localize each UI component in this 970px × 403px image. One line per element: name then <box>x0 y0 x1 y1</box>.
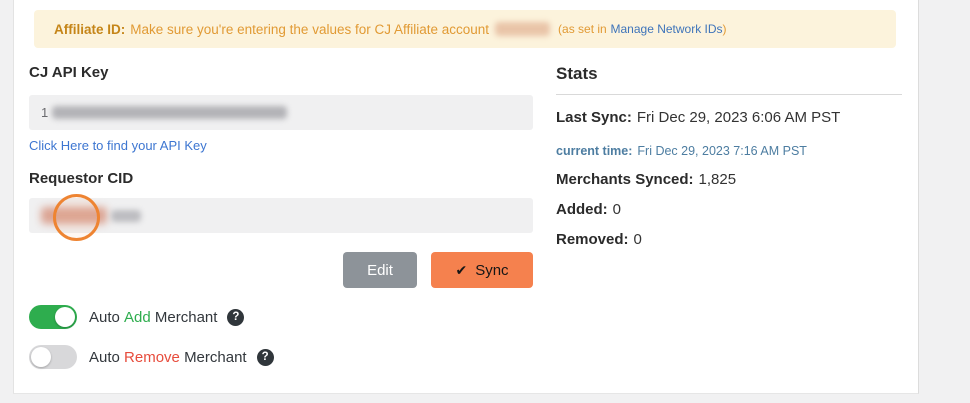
stat-label: Last Sync: <box>556 109 632 126</box>
redacted-api-key <box>52 106 287 119</box>
manage-network-ids-link[interactable]: Manage Network IDs <box>611 22 723 36</box>
api-key-field[interactable]: 1 <box>29 95 533 130</box>
highlight-circle-annotation <box>53 194 100 241</box>
redacted-cid-value-2 <box>111 210 141 222</box>
settings-card: Affiliate ID: Make sure you're entering … <box>13 0 919 394</box>
api-key-label: CJ API Key <box>29 64 108 81</box>
stat-label: Added: <box>556 201 608 218</box>
auto-add-label-post: Merchant <box>155 309 218 326</box>
stat-value: Fri Dec 29, 2023 7:16 AM PST <box>637 144 807 158</box>
stat-value: 1,825 <box>699 171 737 188</box>
stat-value: 0 <box>613 201 621 218</box>
stat-label: Merchants Synced: <box>556 171 694 188</box>
sync-button-label: Sync <box>475 262 508 279</box>
find-api-key-link[interactable]: Click Here to find your API Key <box>29 138 207 153</box>
stat-current-time: current time: Fri Dec 29, 2023 7:16 AM PS… <box>556 144 807 158</box>
edit-button-label: Edit <box>367 262 393 279</box>
auto-remove-toggle[interactable] <box>29 345 77 369</box>
stat-last-sync: Last Sync: Fri Dec 29, 2023 6:06 AM PST <box>556 109 840 126</box>
stat-value: Fri Dec 29, 2023 6:06 AM PST <box>637 109 840 126</box>
banner-close-paren: ) <box>723 22 727 36</box>
stat-value: 0 <box>634 231 642 248</box>
help-icon[interactable]: ? <box>227 309 244 326</box>
sync-button[interactable]: ✔ Sync <box>431 252 533 288</box>
stat-label: current time: <box>556 144 632 158</box>
auto-remove-label-pre: Auto <box>89 349 120 366</box>
toggle-knob <box>31 347 51 367</box>
requestor-cid-label: Requestor CID <box>29 170 133 187</box>
stats-heading: Stats <box>556 64 598 84</box>
auto-remove-label-highlight: Remove <box>124 349 180 366</box>
affiliate-id-banner: Affiliate ID: Make sure you're entering … <box>34 10 896 48</box>
stat-label: Removed: <box>556 231 629 248</box>
stat-removed: Removed: 0 <box>556 231 642 248</box>
auto-add-toggle[interactable] <box>29 305 77 329</box>
toggle-knob <box>55 307 75 327</box>
auto-add-label-pre: Auto <box>89 309 120 326</box>
stats-divider <box>556 94 902 95</box>
help-icon[interactable]: ? <box>257 349 274 366</box>
check-icon: ✔ <box>455 262 467 279</box>
stat-added: Added: 0 <box>556 201 621 218</box>
stat-merchants-synced: Merchants Synced: 1,825 <box>556 171 736 188</box>
auto-add-merchant-row: Auto Add Merchant ? <box>29 305 244 329</box>
auto-remove-merchant-row: Auto Remove Merchant ? <box>29 345 274 369</box>
banner-message: Make sure you're entering the values for… <box>130 22 489 37</box>
auto-add-label-highlight: Add <box>124 309 151 326</box>
api-key-visible-prefix: 1 <box>41 105 48 120</box>
auto-remove-label-post: Merchant <box>184 349 247 366</box>
edit-button[interactable]: Edit <box>343 252 417 288</box>
banner-label: Affiliate ID: <box>54 22 125 37</box>
banner-as-set-text: (as set in <box>558 22 607 36</box>
redacted-account-id <box>495 22 550 36</box>
requestor-cid-field[interactable] <box>29 198 533 233</box>
